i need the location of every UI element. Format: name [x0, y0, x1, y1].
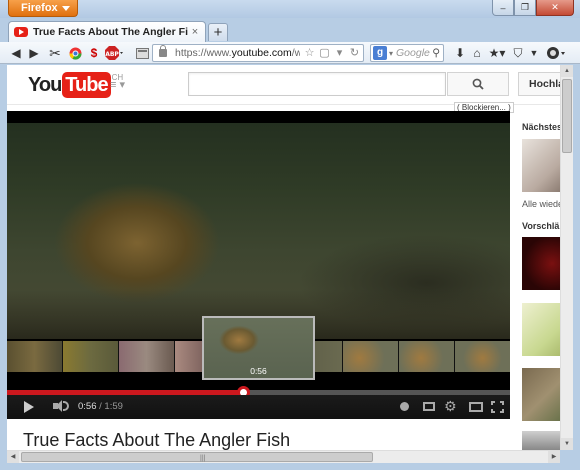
guide-menu-icon[interactable]: ≡ ▾: [110, 78, 125, 91]
youtube-header: You Tube CH ≡ ▾ Hochladen: [7, 65, 572, 105]
horizontal-scrollbar[interactable]: ◀ ||| ▶: [7, 450, 560, 463]
forward-arrow-icon[interactable]: ▶: [26, 45, 42, 61]
svg-text:ABP: ABP: [105, 51, 119, 58]
storyboard-frame: [119, 341, 174, 372]
tab-title: True Facts About The Angler Fish - YouT.…: [33, 26, 188, 38]
dollar-s-icon[interactable]: $: [86, 45, 102, 61]
reload-icon[interactable]: ↻: [348, 46, 361, 60]
web-page: You Tube CH ≡ ▾ Hochladen ( Blockieren..…: [7, 65, 572, 450]
window-titlebar: Firefox – ❐ ✕: [0, 0, 580, 18]
firefox-menu-label: Firefox: [21, 2, 58, 14]
play-icon[interactable]: [24, 401, 34, 413]
search-icon[interactable]: ⚲: [432, 47, 440, 59]
storyboard-frame: [455, 341, 510, 372]
restore-button[interactable]: ❐: [514, 0, 536, 16]
logo-you: You: [28, 74, 62, 96]
youtube-logo[interactable]: You Tube CH: [28, 72, 123, 98]
chevron-down-icon: ▾: [389, 48, 394, 58]
firefox-menu-button[interactable]: Firefox: [8, 0, 78, 17]
download-icon[interactable]: ⬇: [452, 45, 468, 61]
url-bar[interactable]: https://www.youtube.com/w... ☆ ▢ ▾ ↻: [152, 44, 364, 62]
youtube-search-button[interactable]: [447, 72, 509, 96]
duration: 1:59: [104, 401, 123, 412]
pocket-icon[interactable]: ⛉: [510, 45, 526, 61]
url-domain: youtube.com: [231, 47, 292, 59]
vertical-scroll-thumb[interactable]: [562, 79, 572, 153]
close-window-button[interactable]: ✕: [536, 0, 574, 16]
storyboard-frame: [343, 341, 398, 372]
search-engine-icon[interactable]: g: [373, 46, 387, 60]
annotations-icon[interactable]: [400, 402, 409, 411]
vertical-scrollbar[interactable]: ▲ ▼: [560, 65, 573, 450]
autoplay-label: Alle wiede: [522, 199, 564, 209]
video-player[interactable]: 0:56 0:56 / 1:59 ⚙: [7, 111, 510, 419]
search-bar[interactable]: g ▾ Google ⚲: [370, 44, 444, 62]
storyboard-frame: [399, 341, 454, 372]
url-prefix: https://www.: [175, 47, 232, 59]
new-tab-button[interactable]: +: [208, 23, 228, 41]
youtube-search-input[interactable]: [188, 72, 446, 96]
url-actions: ☆ ▢ ▾ ↻: [300, 46, 361, 60]
subtitles-icon[interactable]: [423, 402, 435, 411]
lock-icon: [159, 45, 167, 57]
fullscreen-icon[interactable]: [491, 401, 504, 413]
storyboard-frame: [7, 341, 62, 372]
back-arrow-icon[interactable]: ◀: [8, 45, 24, 61]
video-title: True Facts About The Angler Fish: [23, 430, 291, 450]
window-controls: – ❐ ✕: [492, 0, 574, 16]
scroll-left-icon[interactable]: ◀: [7, 451, 19, 463]
bookmark-star-icon[interactable]: ☆: [303, 46, 316, 60]
youtube-favicon-icon: [14, 27, 28, 37]
chrome-icon[interactable]: [67, 45, 83, 61]
addon-menu-icon[interactable]: [545, 45, 567, 61]
volume-icon[interactable]: [53, 400, 62, 412]
dropdown-arrow-icon[interactable]: ▾: [333, 46, 346, 60]
gear-icon[interactable]: ⚙: [444, 398, 457, 415]
chevron-down-icon: [62, 6, 70, 11]
search-placeholder: Google: [396, 47, 430, 59]
scroll-right-icon[interactable]: ▶: [548, 451, 560, 463]
theater-mode-icon[interactable]: [469, 402, 483, 412]
tab-groups-icon[interactable]: [134, 45, 150, 61]
scroll-up-icon[interactable]: ▲: [561, 65, 573, 77]
suggestions-label: Vorschlä: [522, 221, 560, 231]
logo-tube: Tube: [62, 72, 111, 98]
seek-preview-thumbnail: 0:56: [202, 316, 315, 380]
player-controls: 0:56 / 1:59 ⚙: [7, 395, 510, 419]
horizontal-scroll-thumb[interactable]: |||: [21, 452, 373, 462]
tab-youtube-video[interactable]: True Facts About The Angler Fish - YouT.…: [8, 21, 206, 42]
up-next-label: Nächstes: [522, 122, 563, 132]
preview-time: 0:56: [250, 366, 267, 376]
time-display: 0:56 / 1:59: [78, 401, 123, 412]
bookmarks-menu-icon[interactable]: ★▾: [486, 45, 508, 61]
chevron-down-icon[interactable]: ▼: [526, 45, 542, 61]
search-icon: [472, 78, 484, 90]
reader-icon[interactable]: ▢: [318, 46, 331, 60]
video-frame[interactable]: [7, 123, 510, 339]
current-time: 0:56: [78, 401, 97, 412]
storyboard-frame: [63, 341, 118, 372]
adblock-plus-icon[interactable]: ABP: [104, 45, 124, 61]
tab-strip: True Facts About The Angler Fish - YouT.…: [0, 18, 580, 42]
minimize-button[interactable]: –: [492, 0, 514, 16]
navigation-toolbar: ◀ ▶ ✂ $ ABP https://www.youtube.com/w...…: [0, 42, 580, 64]
grip-icon: |||: [200, 455, 206, 462]
scroll-down-icon[interactable]: ▼: [561, 438, 573, 450]
close-tab-icon[interactable]: ×: [188, 26, 202, 38]
scissors-icon[interactable]: ✂: [47, 45, 63, 61]
home-icon[interactable]: ⌂: [469, 45, 485, 61]
volume-wave-icon: [63, 401, 69, 411]
